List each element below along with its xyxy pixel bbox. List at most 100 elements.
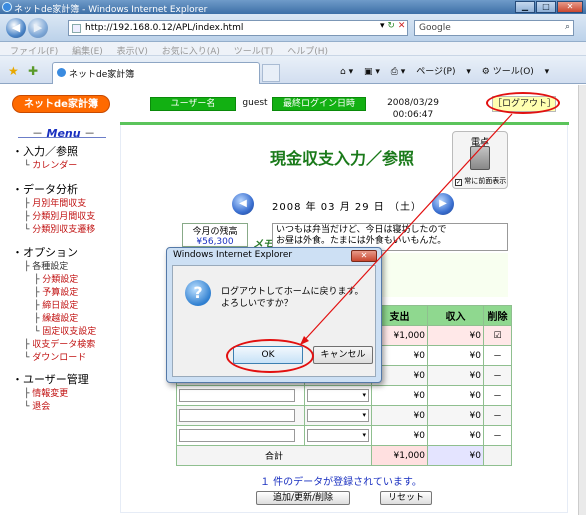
income-cell[interactable]: ¥0 bbox=[427, 345, 484, 366]
sidebar-item-carryover[interactable]: ├ 繰越設定 bbox=[34, 311, 78, 324]
delete-checkbox[interactable]: ☑ bbox=[483, 325, 512, 346]
search-placeholder: Google bbox=[419, 23, 451, 33]
expense-cell[interactable]: ¥0 bbox=[371, 425, 428, 446]
next-day-button[interactable]: ▶ bbox=[432, 193, 454, 215]
delete-placeholder: － bbox=[483, 405, 512, 426]
page-menu[interactable]: ページ(P) ▾ bbox=[416, 67, 471, 77]
item-label: 締日設定 bbox=[42, 301, 79, 311]
category-select[interactable]: ▾ bbox=[307, 409, 369, 422]
feeds-icon[interactable]: ▣ ▾ bbox=[364, 67, 380, 77]
user-name-label: ユーザー名 bbox=[150, 97, 236, 111]
forward-icon[interactable]: ▶ bbox=[28, 18, 48, 38]
sidebar-item-calendar[interactable]: └ カレンダー bbox=[24, 158, 77, 171]
dialog-close-icon[interactable]: ✕ bbox=[351, 250, 377, 262]
maximize-icon[interactable]: □ bbox=[536, 1, 556, 13]
menu-title-text: Menu bbox=[46, 127, 81, 140]
sidebar-item-category-trend[interactable]: └ 分類別収支遷移 bbox=[24, 222, 95, 235]
print-icon[interactable]: ⎙ ▾ bbox=[391, 67, 406, 77]
tab-netde-kakeibo[interactable]: ネットde家計簿 bbox=[52, 62, 260, 84]
item-cell bbox=[176, 425, 305, 446]
new-tab-button[interactable] bbox=[262, 64, 280, 82]
stop-icon[interactable]: ✕ bbox=[398, 21, 406, 31]
panel-top-bar bbox=[120, 122, 569, 125]
reset-button[interactable]: リセット bbox=[380, 491, 432, 505]
prev-day-button[interactable]: ◀ bbox=[232, 193, 254, 215]
total-expense: ¥1,000 bbox=[371, 445, 428, 466]
item-name-input[interactable] bbox=[179, 429, 295, 442]
submit-button[interactable]: 追加/更新/削除 bbox=[256, 491, 350, 505]
header-delete: 削除 bbox=[483, 305, 512, 326]
app-logo[interactable]: ネットde家計簿 bbox=[12, 95, 110, 113]
item-label: 分類設定 bbox=[42, 275, 79, 285]
sidebar-item-withdraw[interactable]: └ 退会 bbox=[24, 399, 50, 412]
item-label: 固定収支設定 bbox=[42, 327, 97, 337]
sidebar-section-user: ・ユーザー管理 bbox=[12, 373, 89, 386]
favorites-star-icon[interactable]: ★ bbox=[8, 64, 19, 78]
item-label: 分類別月間収支 bbox=[32, 212, 96, 222]
sidebar-item-closing-day[interactable]: ├ 締日設定 bbox=[34, 298, 78, 311]
category-select[interactable]: ▾ bbox=[307, 389, 369, 402]
home-icon[interactable]: ⌂ ▾ bbox=[340, 67, 353, 77]
sidebar-menu-title: － Menu － bbox=[32, 127, 96, 140]
item-cell bbox=[176, 385, 305, 406]
page-icon bbox=[72, 24, 81, 33]
memo-line-1: いつもは弁当だけど、今日は寝坊したので bbox=[276, 225, 447, 235]
sidebar-item-annual[interactable]: ├ 月別年間収支 bbox=[24, 196, 86, 209]
sidebar-item-download[interactable]: └ ダウンロード bbox=[24, 350, 86, 363]
sidebar-item-category-settings[interactable]: ├ 分類設定 bbox=[34, 272, 78, 285]
sidebar-item-budget[interactable]: ├ 予算設定 bbox=[34, 285, 78, 298]
menu-bar: ファイル(F) 編集(E) 表示(V) お気に入り(A) ツール(T) ヘルプ(… bbox=[0, 42, 586, 57]
menu-divider bbox=[18, 137, 106, 138]
expense-cell[interactable]: ¥0 bbox=[371, 385, 428, 406]
always-on-top-checkbox[interactable]: ✓ 常に前面表示 bbox=[455, 176, 506, 186]
expense-cell[interactable]: ¥0 bbox=[371, 405, 428, 426]
back-icon[interactable]: ◀ bbox=[6, 18, 26, 38]
total-label: 合計 bbox=[176, 445, 372, 466]
item-name-input[interactable] bbox=[179, 389, 295, 402]
tab-favicon-icon bbox=[57, 68, 66, 77]
category-select[interactable]: ▾ bbox=[307, 429, 369, 442]
dialog-message-line-2: よろしいですか？ bbox=[221, 299, 293, 309]
dropdown-icon[interactable]: ▾ bbox=[380, 21, 385, 31]
calculator-widget[interactable]: 電卓 ✓ 常に前面表示 bbox=[452, 131, 508, 189]
income-cell[interactable]: ¥0 bbox=[427, 425, 484, 446]
page-menu-label: ページ(P) bbox=[416, 67, 456, 77]
item-label: 退会 bbox=[32, 402, 51, 412]
table-row: ▾ ¥0 ¥0 － bbox=[176, 425, 512, 446]
income-cell[interactable]: ¥0 bbox=[427, 365, 484, 386]
income-cell[interactable]: ¥0 bbox=[427, 325, 484, 346]
sidebar-item-profile[interactable]: ├ 情報変更 bbox=[24, 386, 68, 399]
ok-annotation-circle bbox=[226, 339, 314, 373]
header-income: 収入 bbox=[427, 305, 484, 326]
category-cell: ▾ bbox=[304, 425, 372, 446]
dialog-title: Windows Internet Explorer bbox=[173, 250, 293, 260]
delete-placeholder: － bbox=[483, 425, 512, 446]
item-label: 繰越設定 bbox=[42, 314, 79, 324]
minimize-icon[interactable]: ▁ bbox=[515, 1, 535, 13]
sidebar-item-monthly-category[interactable]: ├ 分類別月間収支 bbox=[24, 209, 95, 222]
income-cell[interactable]: ¥0 bbox=[427, 385, 484, 406]
item-name-input[interactable] bbox=[179, 409, 295, 422]
category-cell: ▾ bbox=[304, 405, 372, 426]
logout-annotation-circle bbox=[486, 92, 560, 114]
add-favorite-icon[interactable]: ✚ bbox=[28, 64, 38, 78]
page-scrollbar[interactable] bbox=[578, 85, 586, 515]
registered-count-message: １ 件のデータが登録されています。 bbox=[260, 477, 422, 488]
search-icon[interactable]: ⌕ bbox=[565, 22, 570, 32]
balance-label: 今月の残高 bbox=[192, 227, 238, 237]
calculator-icon[interactable] bbox=[470, 146, 490, 170]
close-icon[interactable]: ✕ bbox=[557, 1, 583, 13]
tools-menu[interactable]: ⚙ ツール(O) ▾ bbox=[482, 67, 549, 77]
window-titlebar: ネットde家計簿 - Windows Internet Explorer ▁ □… bbox=[0, 0, 586, 15]
income-cell[interactable]: ¥0 bbox=[427, 405, 484, 426]
sidebar-item-search[interactable]: ├ 収支データ検索 bbox=[24, 337, 95, 350]
item-label: カレンダー bbox=[32, 161, 78, 171]
item-cell bbox=[176, 405, 305, 426]
sidebar-item-fixed[interactable]: └ 固定収支設定 bbox=[34, 324, 96, 337]
cancel-button[interactable]: キャンセル bbox=[313, 346, 373, 364]
table-row: ▾ ¥0 ¥0 － bbox=[176, 385, 512, 406]
address-input[interactable]: http://192.168.0.12/APL/index.html bbox=[68, 20, 408, 36]
refresh-icon[interactable]: ↻ bbox=[387, 21, 395, 31]
memo-line-2: お昼は外食。たまには外食もいいもんだ。 bbox=[276, 236, 447, 246]
search-input[interactable]: Google ⌕ bbox=[414, 20, 574, 36]
